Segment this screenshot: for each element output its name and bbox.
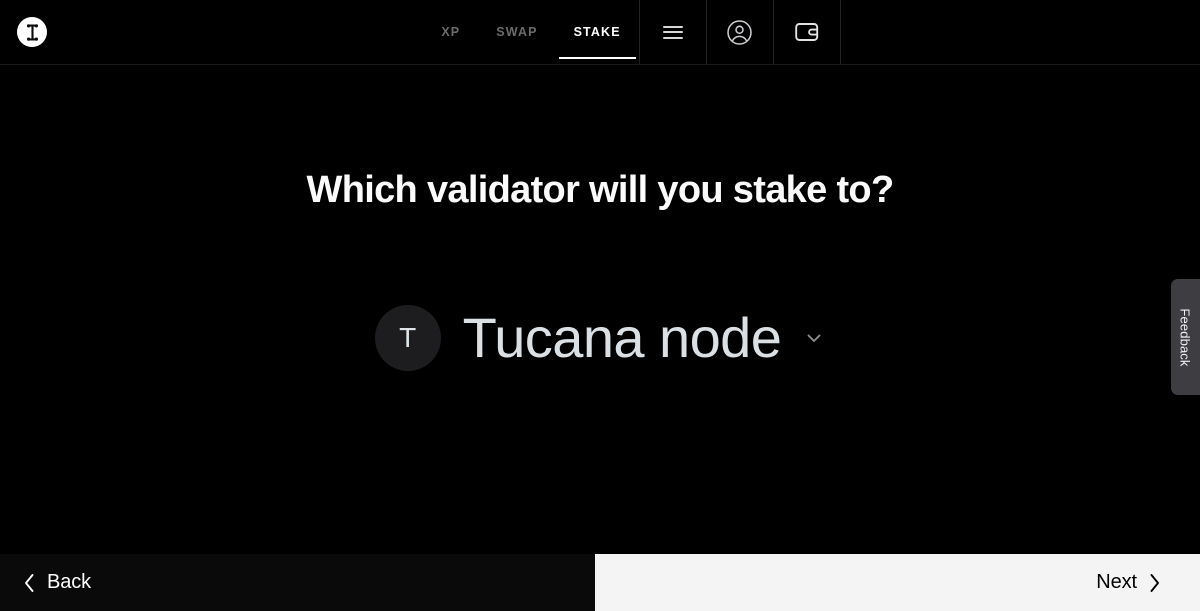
wallet-button[interactable] [772, 0, 840, 64]
feedback-tab[interactable]: Feedback [1171, 279, 1200, 395]
next-button-label: Next [1096, 571, 1137, 593]
tab-swap-label: SWAP [496, 25, 538, 39]
validator-avatar: T [374, 305, 441, 371]
chevron-right-icon [1150, 573, 1159, 592]
header-tail [839, 0, 1200, 64]
menu-icon [662, 25, 683, 39]
validator-selector[interactable]: T Tucana node [0, 305, 1200, 371]
ibeam-logo-icon [17, 17, 47, 47]
nav-tabs: XP SWAP STAKE [423, 0, 638, 64]
validator-avatar-initial: T [399, 322, 417, 353]
footer-bar: Back Next [0, 554, 1200, 611]
menu-button[interactable] [638, 0, 706, 64]
tab-swap[interactable]: SWAP [478, 0, 555, 64]
back-button-label: Back [47, 571, 92, 593]
header-spacer [64, 0, 423, 64]
main-content: Which validator will you stake to? T Tuc… [0, 65, 1200, 554]
app-root: XP SWAP STAKE Which validator will you s… [0, 0, 1200, 611]
app-logo[interactable] [0, 0, 64, 64]
wallet-icon [794, 23, 818, 41]
next-button[interactable]: Next [595, 554, 1200, 611]
account-circle-icon [727, 19, 752, 45]
validator-name: Tucana node [462, 306, 782, 369]
tab-stake-label: STAKE [573, 25, 621, 39]
tab-xp[interactable]: XP [423, 0, 478, 64]
page-title: Which validator will you stake to? [306, 169, 895, 211]
chevron-down-icon[interactable] [803, 327, 825, 349]
tab-xp-label: XP [441, 25, 461, 39]
tab-stake[interactable]: STAKE [556, 0, 639, 64]
top-navigation-bar: XP SWAP STAKE [0, 0, 1200, 65]
back-button[interactable]: Back [0, 554, 595, 611]
chevron-left-icon [25, 573, 34, 592]
feedback-tab-label: Feedback [1178, 307, 1194, 367]
account-button[interactable] [705, 0, 773, 64]
